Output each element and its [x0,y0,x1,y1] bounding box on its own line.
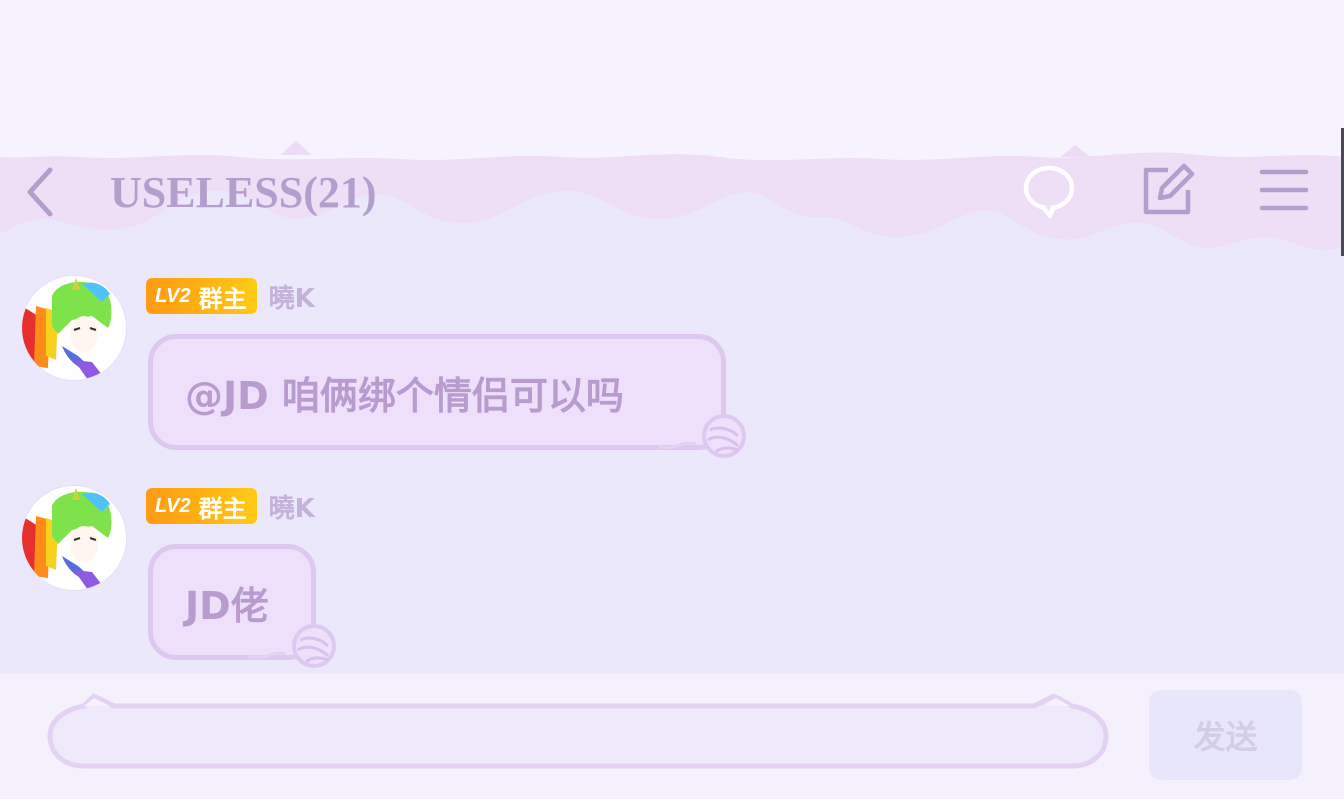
chat-bubble-icon [1023,165,1075,219]
badge-level: LV2 [155,494,191,517]
status-area [0,0,1344,130]
badge-level: LV2 [155,284,191,307]
send-label: 发送 [1193,718,1258,756]
avatar-image [22,486,126,590]
group-title: USELESS(21) [110,168,377,217]
avatar-image [22,276,126,380]
chat-screen: USELESS(21) LV2 群主 曉K @JD 咱俩绑个情侣可以吗 LV2 … [0,0,1344,799]
back-button[interactable] [18,160,68,224]
yarn-ball-decoration [658,414,746,458]
sender-name[interactable]: 曉K [269,488,315,525]
avatar[interactable] [22,276,126,380]
badge-role: 群主 [198,494,247,523]
avatar[interactable] [22,486,126,590]
message-text: @JD 咱俩绑个情侣可以吗 [185,373,624,418]
chevron-left-icon [27,167,53,217]
menu-button[interactable] [1254,160,1314,220]
sender-name[interactable]: 曉K [269,278,315,315]
message-bubble[interactable]: @JD 咱俩绑个情侣可以吗 [148,334,726,450]
yarn-ball-decoration [248,624,336,668]
message-list[interactable]: LV2 群主 曉K @JD 咱俩绑个情侣可以吗 LV2 群主 曉K JD佬 [0,260,1344,672]
edit-icon [1143,163,1195,215]
edit-button[interactable] [1138,160,1198,220]
message-input[interactable] [70,712,1064,758]
badge-role: 群主 [198,284,247,313]
message-meta: LV2 群主 曉K [146,487,315,525]
level-badge: LV2 群主 [146,278,257,314]
menu-icon [1259,169,1309,211]
chat-button[interactable] [1020,160,1080,220]
send-button[interactable]: 发送 [1149,690,1302,780]
level-badge: LV2 群主 [146,488,257,524]
message-meta: LV2 群主 曉K [146,277,315,315]
